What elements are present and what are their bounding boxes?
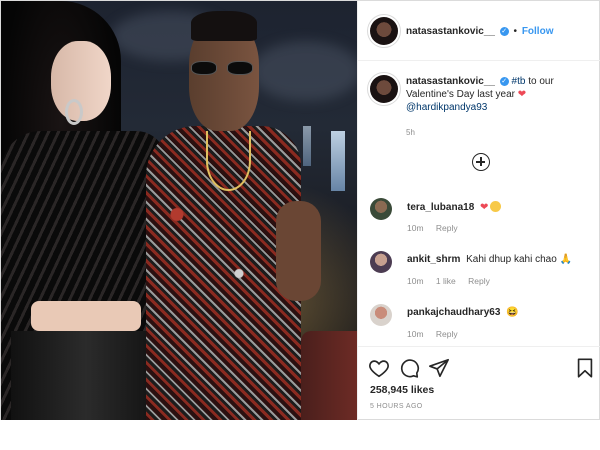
author-username[interactable]: natasastankovic__ [406,26,495,37]
comment-bubble-icon[interactable] [398,357,420,379]
commenter-avatar[interactable] [370,304,392,326]
flushed-face-emoji-icon [490,201,502,212]
red-heart-emoji: ❤ [517,89,527,100]
commenter-avatar[interactable] [370,251,392,273]
photo-cloud [251,41,357,101]
reply-button[interactable]: Reply [468,276,490,286]
laughing-face-emoji-icon: 😆 [506,307,519,318]
post-photo[interactable] [1,1,357,421]
post-caption: natasastankovic__ ✓ #tb to our Valentine… [406,75,586,114]
post-timestamp: 5 HOURS AGO [370,403,423,410]
verified-badge-icon: ✓ [499,76,509,86]
header-separator: • [513,26,518,37]
verified-badge-icon: ✓ [499,26,509,36]
comment-meta: 10m 1 like Reply [407,276,500,286]
photo-sunglasses [191,61,255,77]
reply-button[interactable]: Reply [436,329,458,339]
caption-username[interactable]: natasastankovic__ [406,76,495,87]
heart-outline-icon[interactable] [368,357,390,379]
page-background [0,420,600,450]
photo-man-arm [276,201,321,301]
caption-author-avatar[interactable] [370,75,398,103]
instagram-post-card: natasastankovic__ ✓ • Follow natasastank… [0,0,600,421]
folded-hands-emoji-icon: 🙏 [559,254,572,265]
photo-man-hair [191,11,257,41]
photo-earring [65,99,83,125]
comment-meta: 10m Reply [407,329,468,339]
paper-plane-icon[interactable] [428,357,450,379]
comment-username[interactable]: tera_lubana18 [407,202,474,213]
comment-meta: 10m Reply [407,223,468,233]
post-actions: 258,945 likes 5 HOURS AGO [358,346,600,421]
likes-count[interactable]: 258,945 likes [370,384,434,396]
post-sidebar: natasastankovic__ ✓ • Follow natasastank… [357,1,600,421]
photo-skyscraper [303,126,311,166]
comment-username[interactable]: pankajchaudhary63 [407,307,500,318]
comment-text: pankajchaudhary63 😆 [407,307,519,318]
caption-time: 5h [406,128,415,137]
reply-button[interactable]: Reply [436,223,458,233]
comment-time: 10m [407,329,424,339]
comment-body: Kahi dhup kahi chao [466,254,557,265]
author-line: natasastankovic__ ✓ • Follow [406,26,553,37]
photo-skyscraper [331,131,345,191]
commenter-avatar[interactable] [370,198,392,220]
plus-circle-icon[interactable] [472,153,490,171]
comment-time: 10m [407,276,424,286]
comment-likes[interactable]: 1 like [436,276,456,286]
comment-time: 10m [407,223,424,233]
bookmark-icon[interactable] [574,357,596,379]
photo-woman-pants [11,331,161,421]
caption-mention[interactable]: @hardikpandya93 [406,102,487,113]
caption-hashtag[interactable]: #tb [512,76,526,87]
photo-woman-waist [31,301,141,331]
comment-text: tera_lubana18 ❤ [407,201,502,213]
red-heart-emoji: ❤ [480,202,489,213]
photo-chain [206,131,251,191]
author-avatar[interactable] [370,17,398,45]
photo-chair [301,331,357,421]
comment-text: ankit_shrm Kahi dhup kahi chao 🙏 [407,254,572,265]
comment-username[interactable]: ankit_shrm [407,254,460,265]
follow-button[interactable]: Follow [522,26,554,37]
post-header: natasastankovic__ ✓ • Follow [358,1,600,61]
